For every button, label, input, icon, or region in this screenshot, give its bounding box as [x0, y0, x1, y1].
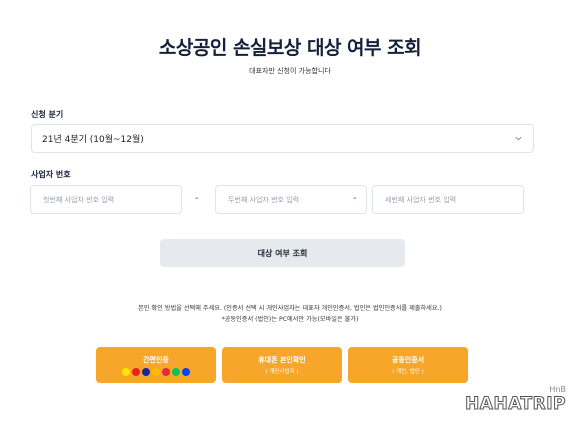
phone-verification-button[interactable]: 휴대폰 본인확인 ( 개인사업자 ) — [222, 347, 342, 383]
joint-certificate-label: 공동인증서 — [391, 356, 425, 364]
business-number-first-input[interactable] — [30, 185, 182, 214]
auth-notice: 본인 확인 방법을 선택해 주세요. (인증서 선택 시 개인사업자는 대표자 … — [138, 305, 442, 312]
simple-auth-label: 간편인증 — [143, 355, 169, 364]
joint-certificate-sub: ( 개인, 법인 ) — [392, 369, 424, 375]
shinhan-icon — [182, 367, 190, 376]
payco-icon — [132, 367, 140, 376]
phone-verification-sub: ( 개인사업자 ) — [265, 369, 299, 375]
samsung-pass-icon — [142, 367, 150, 376]
business-number-label: 사업자 번호 — [31, 170, 71, 179]
watermark: HnB HAHATRIP — [465, 385, 566, 415]
pass-icon — [162, 367, 170, 376]
watermark-small: HnB — [549, 385, 566, 394]
page-title: 소상공인 손실보상 대상 여부 조회 — [158, 37, 422, 59]
separator-dash: - — [353, 193, 357, 204]
certificate-notice: *공동인증서 (법인)는 PC에서만 가능(모바일은 불가) — [221, 316, 359, 323]
watermark-logo: HAHATRIP — [465, 394, 566, 415]
business-number-third-input[interactable] — [372, 185, 524, 214]
provider-icons — [122, 367, 190, 376]
page-subtitle: 대표자만 신청이 가능합니다 — [249, 67, 331, 75]
quarter-label: 신청 분기 — [31, 110, 64, 119]
separator-dash: - — [195, 193, 199, 204]
kakao-icon — [122, 367, 130, 376]
naver-icon — [172, 367, 180, 376]
eligibility-query-button[interactable]: 대상 여부 조회 — [160, 239, 405, 267]
business-number-second-input[interactable] — [215, 185, 367, 214]
simple-auth-button[interactable]: 간편인증 — [96, 347, 216, 383]
kb-icon — [152, 367, 160, 376]
quarter-selected-value: 21년 4분기 (10월~12월) — [42, 135, 144, 145]
chevron-down-icon — [515, 136, 522, 141]
phone-verification-label: 휴대폰 본인확인 — [258, 356, 306, 364]
quarter-select[interactable]: 21년 4분기 (10월~12월) — [31, 124, 534, 153]
joint-certificate-button[interactable]: 공동인증서 ( 개인, 법인 ) — [348, 347, 468, 383]
